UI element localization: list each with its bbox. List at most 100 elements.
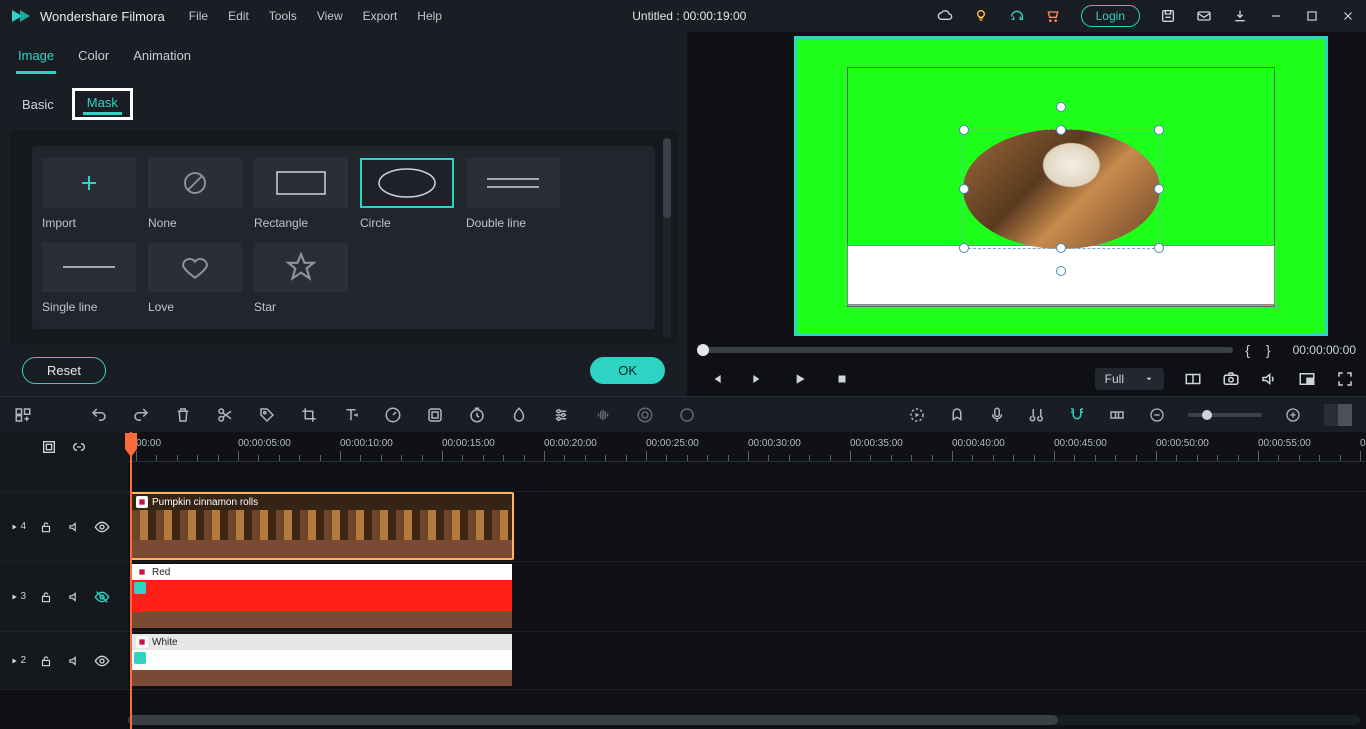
- text-icon[interactable]: [342, 406, 360, 424]
- snapshot-icon[interactable]: [1222, 370, 1240, 388]
- audio-mixer-icon[interactable]: [1028, 406, 1046, 424]
- mark-in-icon[interactable]: {: [1241, 342, 1254, 358]
- compare-icon[interactable]: [1184, 370, 1202, 388]
- cart-icon[interactable]: [1045, 8, 1061, 24]
- mask-rectangle[interactable]: Rectangle: [254, 158, 348, 230]
- preview-canvas[interactable]: [759, 36, 1362, 336]
- visibility-off-icon[interactable]: [94, 589, 110, 605]
- mask-love[interactable]: Love: [148, 242, 242, 314]
- add-track-icon[interactable]: [14, 406, 32, 424]
- lock-icon[interactable]: [38, 519, 54, 535]
- marker-icon[interactable]: [948, 406, 966, 424]
- mask-import[interactable]: Import: [42, 158, 136, 230]
- color-icon[interactable]: [426, 406, 444, 424]
- clip-white[interactable]: White: [130, 632, 514, 688]
- stop-icon[interactable]: [833, 370, 851, 388]
- bottom-handle[interactable]: [1056, 266, 1066, 276]
- lock-icon[interactable]: [38, 589, 54, 605]
- reset-button[interactable]: Reset: [22, 357, 106, 384]
- timeline-h-scrollbar-thumb[interactable]: [128, 715, 1058, 725]
- resize-handle[interactable]: [959, 125, 969, 135]
- menu-help[interactable]: Help: [417, 9, 442, 23]
- mute-icon[interactable]: [66, 519, 82, 535]
- cloud-icon[interactable]: [937, 8, 953, 24]
- track-video-icon[interactable]: 3: [10, 589, 26, 605]
- crop-icon[interactable]: [300, 406, 318, 424]
- adjust-icon[interactable]: [552, 406, 570, 424]
- audio-icon[interactable]: [594, 406, 612, 424]
- seek-knob[interactable]: [697, 344, 709, 356]
- resize-handle[interactable]: [1154, 125, 1164, 135]
- preview-quality-dropdown[interactable]: Full: [1095, 368, 1164, 390]
- tab-animation[interactable]: Animation: [131, 44, 193, 74]
- clip-pumpkin[interactable]: Pumpkin cinnamon rolls: [130, 492, 514, 560]
- resize-handle[interactable]: [959, 184, 969, 194]
- mask-star[interactable]: Star: [254, 242, 348, 314]
- zoom-slider-knob[interactable]: [1202, 410, 1212, 420]
- rotate-handle[interactable]: [1056, 102, 1066, 112]
- fullscreen-icon[interactable]: [1336, 370, 1354, 388]
- mute-icon[interactable]: [66, 653, 82, 669]
- track-video-icon[interactable]: 4: [10, 519, 26, 535]
- prev-frame-icon[interactable]: [707, 370, 725, 388]
- next-frame-icon[interactable]: [749, 370, 767, 388]
- menu-edit[interactable]: Edit: [228, 9, 249, 23]
- resize-handle[interactable]: [1056, 243, 1066, 253]
- mask-circle[interactable]: Circle: [360, 158, 454, 230]
- redo-icon[interactable]: [132, 406, 150, 424]
- timeline-ruler[interactable]: 00:0000:00:05:0000:00:10:0000:00:15:0000…: [128, 432, 1366, 462]
- subtab-mask[interactable]: Mask: [83, 93, 122, 115]
- mask-single-line[interactable]: Single line: [42, 242, 136, 314]
- playhead-flag[interactable]: [124, 432, 138, 458]
- tag-icon[interactable]: [258, 406, 276, 424]
- clip-red[interactable]: Red: [130, 562, 514, 630]
- mask-double-line[interactable]: Double line: [466, 158, 560, 230]
- track-2-body[interactable]: White: [128, 632, 1366, 689]
- resize-handle[interactable]: [1154, 184, 1164, 194]
- tab-color[interactable]: Color: [76, 44, 111, 74]
- headset-icon[interactable]: [1009, 8, 1025, 24]
- close-icon[interactable]: [1340, 8, 1356, 24]
- magnet-icon[interactable]: [1068, 406, 1086, 424]
- link-tracks-icon[interactable]: [71, 439, 87, 455]
- voiceover-icon[interactable]: [988, 406, 1006, 424]
- volume-icon[interactable]: [1260, 370, 1278, 388]
- resize-handle[interactable]: [959, 243, 969, 253]
- keyframe-icon[interactable]: [636, 406, 654, 424]
- lightbulb-icon[interactable]: [973, 8, 989, 24]
- auto-ripple-icon[interactable]: [41, 439, 57, 455]
- pip-icon[interactable]: [1298, 370, 1316, 388]
- link-icon[interactable]: [1108, 406, 1126, 424]
- ok-button[interactable]: OK: [590, 357, 665, 384]
- motion-icon[interactable]: [678, 406, 696, 424]
- resize-handle[interactable]: [1056, 125, 1066, 135]
- track-3-body[interactable]: Red: [128, 562, 1366, 631]
- clip-effect-chip[interactable]: [134, 652, 146, 664]
- playhead[interactable]: [130, 432, 132, 729]
- mute-icon[interactable]: [66, 589, 82, 605]
- resize-handle[interactable]: [1154, 243, 1164, 253]
- speed-icon[interactable]: [384, 406, 402, 424]
- mail-icon[interactable]: [1196, 8, 1212, 24]
- save-icon[interactable]: [1160, 8, 1176, 24]
- render-icon[interactable]: [908, 406, 926, 424]
- tab-image[interactable]: Image: [16, 44, 56, 74]
- menu-tools[interactable]: Tools: [269, 9, 297, 23]
- track-4-body[interactable]: Pumpkin cinnamon rolls: [128, 492, 1366, 561]
- download-icon[interactable]: [1232, 8, 1248, 24]
- split-icon[interactable]: [216, 406, 234, 424]
- menu-view[interactable]: View: [317, 9, 343, 23]
- menu-file[interactable]: File: [189, 9, 208, 23]
- undo-icon[interactable]: [90, 406, 108, 424]
- greenscreen-icon[interactable]: [510, 406, 528, 424]
- lock-icon[interactable]: [38, 653, 54, 669]
- duration-icon[interactable]: [468, 406, 486, 424]
- timeline-h-scrollbar[interactable]: [128, 715, 1360, 725]
- subtab-basic[interactable]: Basic: [18, 95, 58, 114]
- track-video-icon[interactable]: 2: [10, 653, 26, 669]
- clip-effect-chip[interactable]: [134, 582, 146, 594]
- delete-icon[interactable]: [174, 406, 192, 424]
- zoom-in-icon[interactable]: [1284, 406, 1302, 424]
- mark-out-icon[interactable]: }: [1262, 342, 1275, 358]
- zoom-slider[interactable]: [1188, 413, 1262, 417]
